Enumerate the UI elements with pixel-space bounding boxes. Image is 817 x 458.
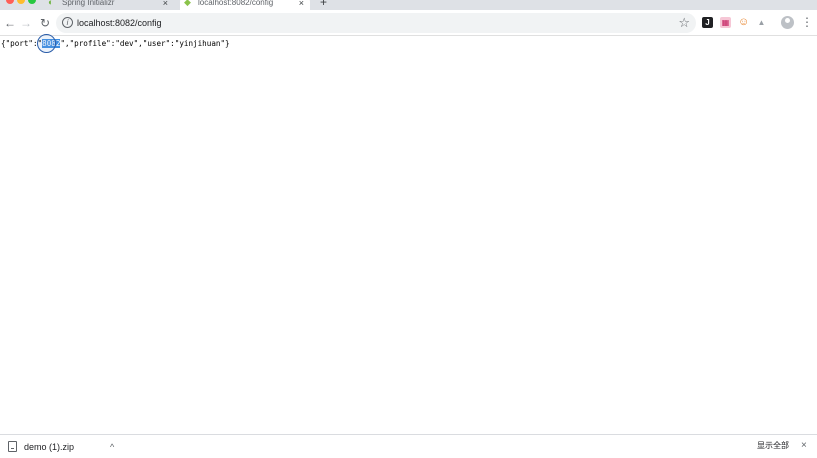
selected-port-value[interactable]: 8082 [42,39,61,48]
address-bar[interactable]: i ☆ [56,13,696,33]
maximize-window-button[interactable] [28,0,36,4]
close-icon[interactable]: × [299,0,304,9]
extension-j-icon[interactable]: J [702,17,713,28]
new-tab-button[interactable]: + [320,0,327,8]
json-text-suffix: ","profile":"dev","user":"yinjihuan"} [60,39,230,48]
json-response: {"port":"8082","profile":"dev","user":"y… [1,39,230,49]
extension-face-icon[interactable]: ☺ [738,17,749,28]
close-window-button[interactable] [6,0,14,4]
menu-icon[interactable]: ⋮ [801,16,813,29]
download-file-name: demo (1).zip [24,442,75,452]
minimize-window-button[interactable] [17,0,25,4]
json-text-prefix: {"port":" [1,39,43,48]
tab-title: Spring Initializr [62,0,115,7]
chevron-up-icon[interactable]: ^ [110,438,114,456]
forward-button[interactable]: → [18,15,34,31]
leaf-icon: ◆ [184,0,191,7]
file-icon [8,441,17,452]
extension-a-icon[interactable]: ▲ [756,17,767,28]
tab-spring-initializr[interactable]: ◐ Spring Initializr × [44,0,174,10]
profile-avatar[interactable] [781,16,794,29]
show-all-button[interactable]: 显示全部 [757,440,789,452]
download-item[interactable]: demo (1).zip ^ [4,438,122,456]
info-icon[interactable]: i [62,17,73,28]
tab-localhost-config[interactable]: ◆ localhost:8082/config × [180,0,310,10]
url-input[interactable] [77,13,657,33]
close-icon[interactable]: × [163,0,168,9]
download-shelf: demo (1).zip ^ 显示全部 × [0,434,817,458]
back-button[interactable]: ← [2,15,18,31]
close-icon[interactable]: × [801,439,807,453]
reload-button[interactable]: ↻ [37,15,53,31]
page-content: {"port":"8082","profile":"dev","user":"y… [0,36,817,434]
star-icon[interactable]: ☆ [678,14,690,32]
tab-strip: ◐ Spring Initializr × ◆ localhost:8082/c… [0,0,817,10]
browser-toolbar: ← → ↻ i ☆ J ▦ ☺ ▲ ⋮ [0,10,817,36]
spring-icon: ◐ [48,0,54,7]
extension-image-icon[interactable]: ▦ [720,17,731,28]
tab-title: localhost:8082/config [198,0,274,7]
